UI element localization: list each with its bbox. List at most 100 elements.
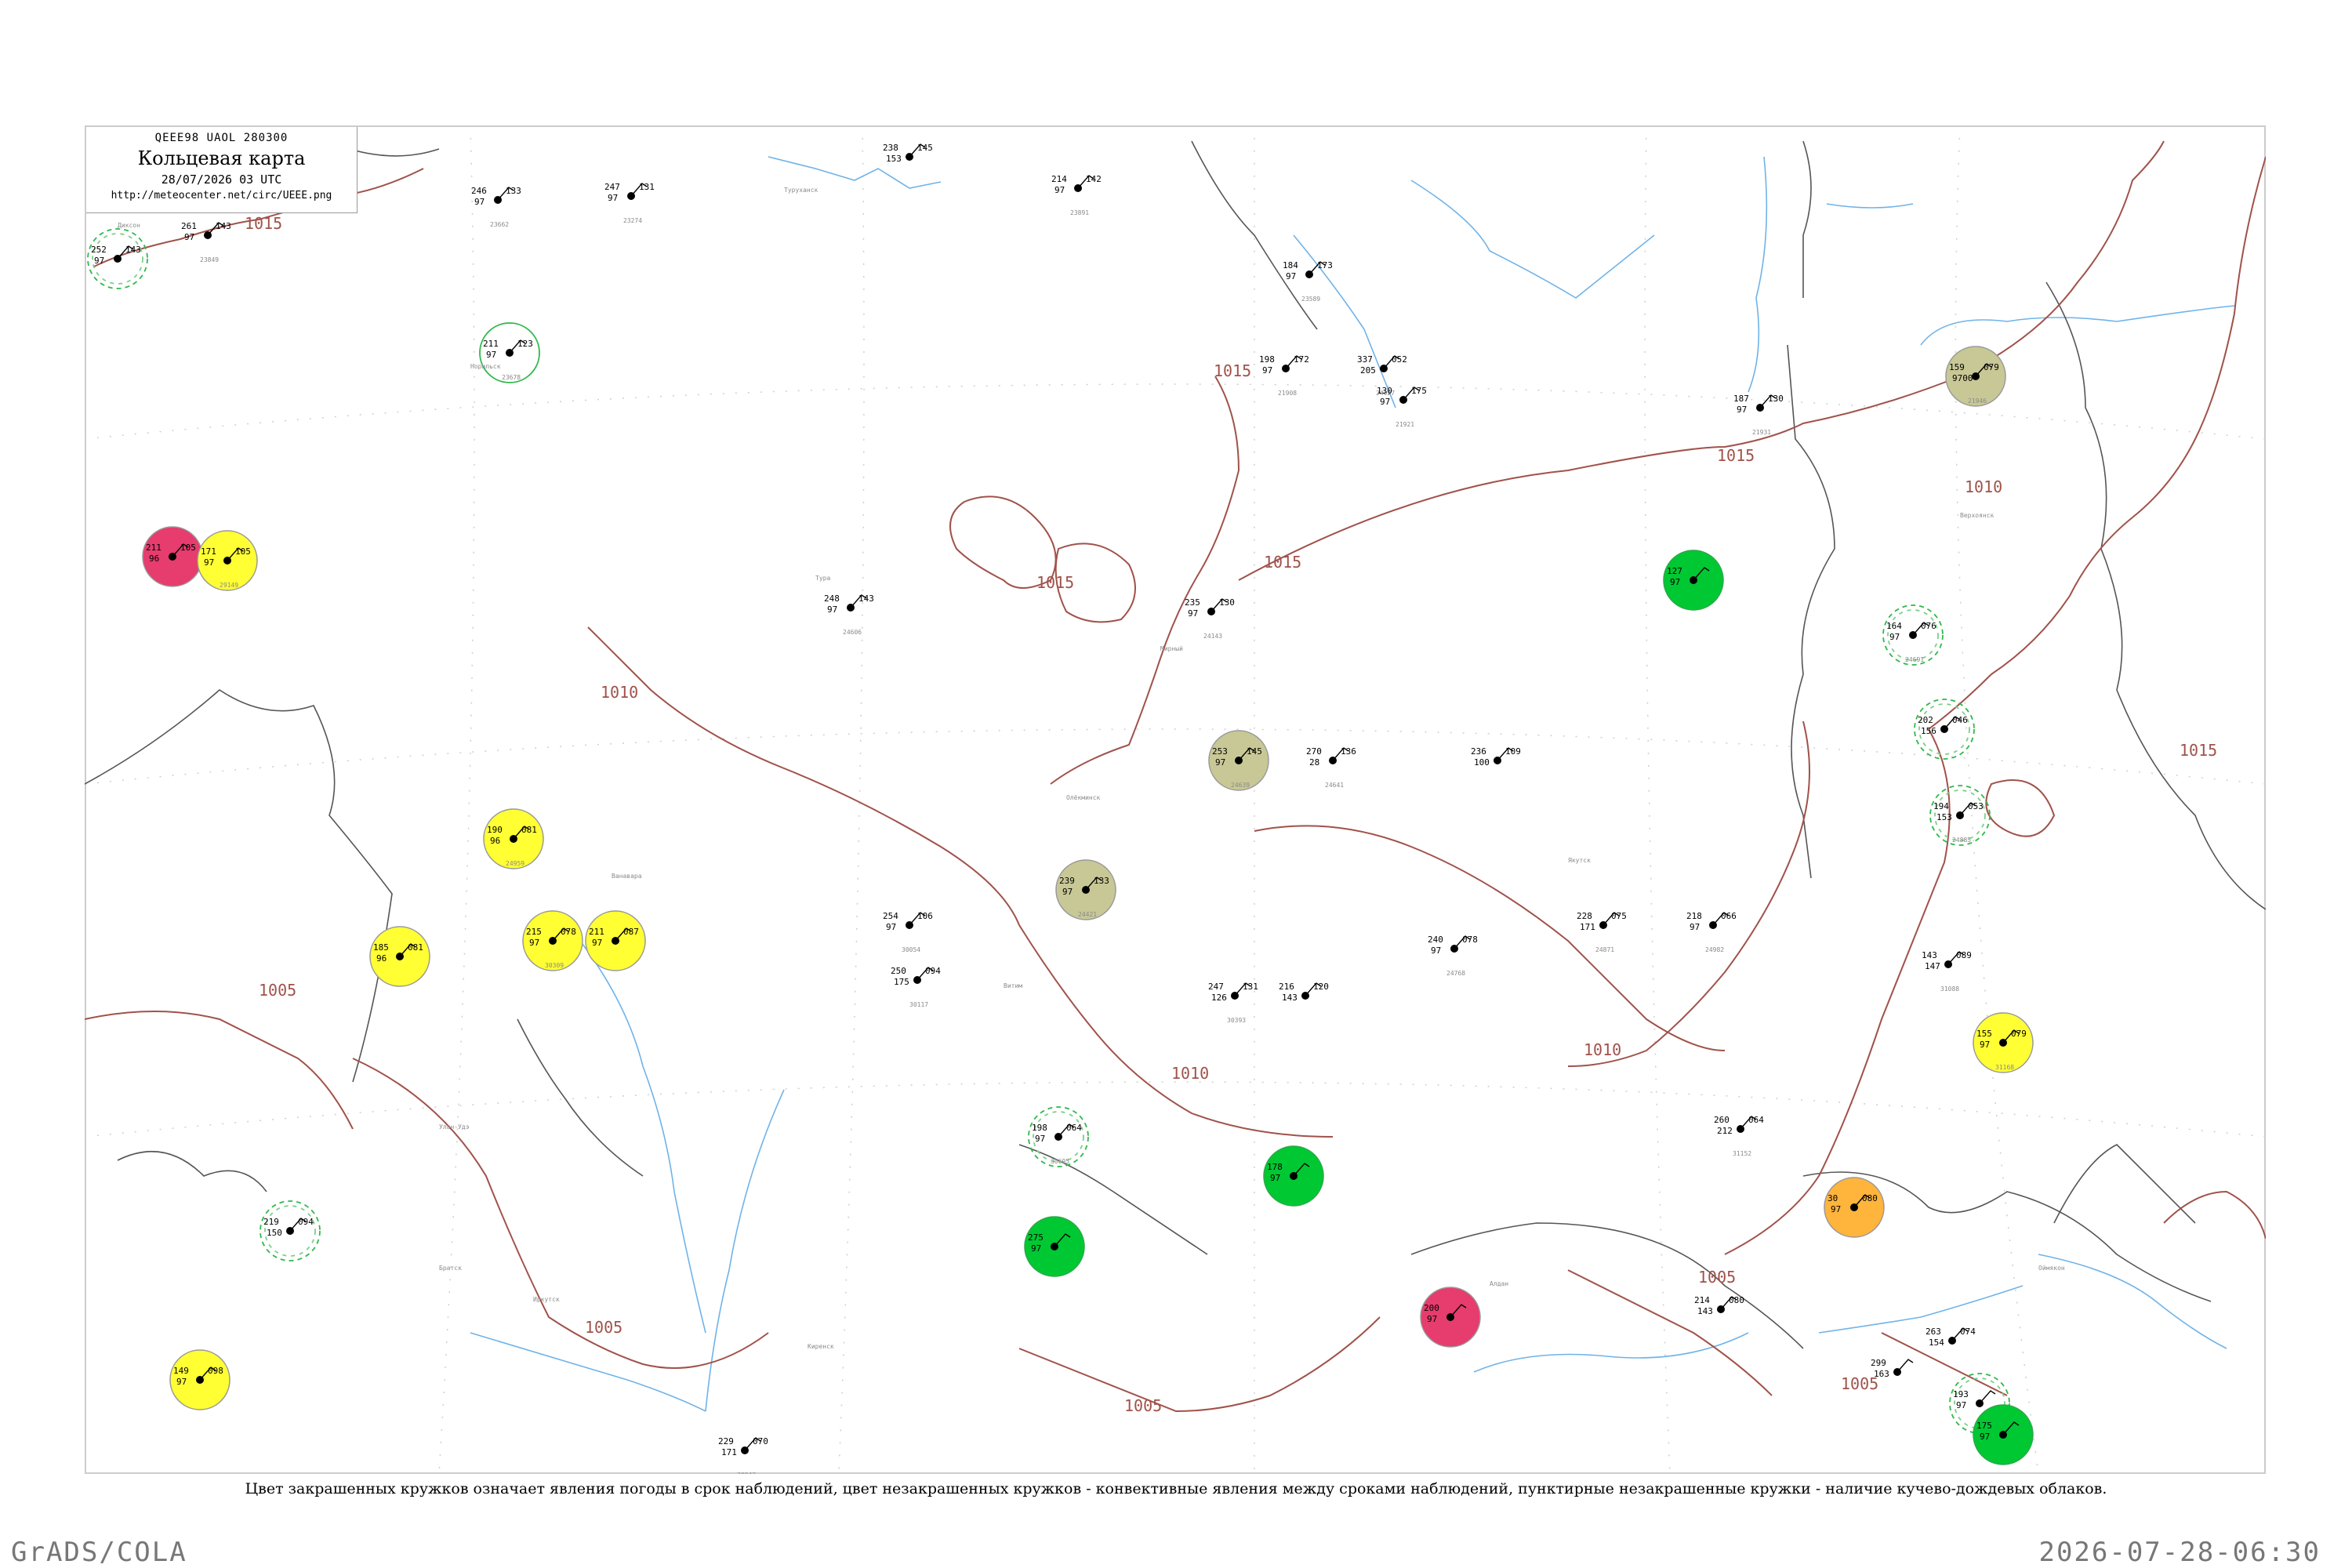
station-visibility: 97 bbox=[1690, 922, 1700, 932]
station-temperature: 238 bbox=[883, 143, 898, 153]
station-visibility: 97 bbox=[1031, 1243, 1041, 1254]
borders bbox=[85, 140, 2266, 1349]
station-plot: 248 143 97 24606 bbox=[824, 593, 874, 636]
source-url: http://meteocenter.net/circ/UEEE.png bbox=[111, 190, 332, 201]
isobar-label: 1015 bbox=[245, 214, 282, 233]
station-name: Ванавара bbox=[612, 873, 642, 880]
station-plot: 171 105 97 29149 bbox=[197, 530, 258, 591]
station-plot: 27597 bbox=[1024, 1216, 1085, 1277]
station-visibility: 143 bbox=[1697, 1306, 1713, 1316]
station-visibility: 97 bbox=[1889, 632, 1900, 642]
station-plot: 164 076 97 24691 bbox=[1882, 604, 1944, 666]
software-credit: GrADS/COLA bbox=[11, 1537, 187, 1568]
station-visibility: 97 bbox=[1956, 1400, 1966, 1410]
station-name: Алдан bbox=[1490, 1280, 1508, 1287]
station-plot: 236 109 100 bbox=[1471, 746, 1521, 768]
station-plot: 239 133 97 24421 bbox=[1055, 859, 1116, 920]
station-temperature: 211 bbox=[589, 927, 604, 937]
station-index: 24421 bbox=[1078, 911, 1097, 918]
station-index: 30043 bbox=[737, 1472, 756, 1479]
station-plot: 211 123 97 23678 bbox=[479, 322, 540, 383]
station-plot: 246 133 97 23662 bbox=[471, 186, 521, 228]
station-name: Улан-Удэ bbox=[439, 1123, 470, 1131]
station-pressure: 080 bbox=[1862, 1193, 1878, 1203]
station-pressure: 105 bbox=[180, 543, 196, 553]
isobar-labels: 1015 1015 1015 1015 1015 1010 1010 1010 … bbox=[245, 214, 2217, 1415]
station-visibility: 97 bbox=[1670, 577, 1680, 587]
station-temperature: 149 bbox=[173, 1366, 189, 1376]
station-plot: 235 130 97 24143 bbox=[1185, 597, 1235, 640]
station-name: Верхоянск bbox=[1960, 512, 1994, 519]
station-name: Якутск bbox=[1568, 857, 1591, 864]
station-visibility: 97 bbox=[1188, 608, 1198, 619]
station-visibility: 97 bbox=[1270, 1173, 1280, 1183]
station-pressure: 173 bbox=[1317, 260, 1333, 270]
isobar-label: 1015 bbox=[1717, 446, 1755, 465]
station-pressure: 123 bbox=[517, 339, 533, 349]
station-plot: 214 142 97 23891 bbox=[1051, 174, 1102, 216]
station-name: Тура bbox=[815, 575, 830, 582]
station-pressure: 078 bbox=[561, 927, 576, 937]
station-temperature: 253 bbox=[1212, 746, 1228, 757]
station-plot: 202 046 156 bbox=[1914, 699, 1975, 760]
station-plot: 228 075 171 24871 bbox=[1577, 911, 1627, 953]
wind-barb-icon bbox=[1979, 1390, 1996, 1404]
station-pressure: 052 bbox=[1392, 354, 1407, 365]
station-pressure: 070 bbox=[753, 1436, 768, 1446]
station-visibility: 97 bbox=[1035, 1134, 1045, 1144]
station-index: 21931 bbox=[1752, 429, 1771, 436]
station-temperature: 239 bbox=[1059, 876, 1075, 886]
station-plot: 247 131 126 30393 bbox=[1208, 982, 1258, 1024]
station-plot: 17897 bbox=[1263, 1145, 1324, 1207]
station-visibility: 97 bbox=[204, 557, 214, 568]
station-plot: 229 070 171 30043 bbox=[718, 1436, 768, 1479]
isobar-label: 1005 bbox=[1124, 1396, 1162, 1415]
station-pressure: 106 bbox=[917, 911, 933, 921]
station-visibility: 171 bbox=[721, 1447, 737, 1457]
station-visibility: 154 bbox=[1929, 1338, 1944, 1348]
isobar-label: 1010 bbox=[1171, 1064, 1209, 1083]
station-visibility: 97 bbox=[1215, 757, 1225, 768]
station-plot: 215 078 97 30309 bbox=[522, 910, 583, 971]
station-pressure: 136 bbox=[1341, 746, 1356, 757]
map-caption: Цвет закрашенных кружков означает явлени… bbox=[245, 1480, 2107, 1497]
station-index: 23891 bbox=[1070, 209, 1089, 216]
station-plot: 187 130 97 21931 bbox=[1733, 394, 1784, 436]
station-temperature: 250 bbox=[891, 966, 906, 976]
station-pressure: 172 bbox=[1294, 354, 1309, 365]
station-visibility: 100 bbox=[1474, 757, 1490, 768]
isobar-label: 1005 bbox=[1698, 1268, 1736, 1287]
station-visibility: 97 bbox=[486, 350, 496, 360]
station-visibility: 126 bbox=[1211, 993, 1227, 1003]
station-temperature: 178 bbox=[1267, 1162, 1283, 1172]
station-plot: 159 079 9700 21946 bbox=[1945, 346, 2006, 407]
station-plot: 194 053 153 24885 bbox=[1929, 785, 1991, 846]
station-index: 30393 bbox=[1227, 1017, 1246, 1024]
station-plot: 198 064 97 30695 bbox=[1028, 1106, 1089, 1167]
station-plot: 299163 bbox=[1871, 1358, 1914, 1379]
station-pressure: 087 bbox=[623, 927, 639, 937]
isobar-label: 1010 bbox=[1965, 477, 2002, 496]
station-temperature: 247 bbox=[604, 182, 620, 192]
station-temperature: 215 bbox=[526, 927, 542, 937]
station-pressure: 130 bbox=[1768, 394, 1784, 404]
isobar-label: 1015 bbox=[1036, 573, 1074, 592]
station-temperature: 159 bbox=[1949, 362, 1965, 372]
isobar-label: 1015 bbox=[1214, 361, 1251, 380]
station-temperature: 155 bbox=[1976, 1029, 1992, 1039]
station-plot: 155 079 97 31168 bbox=[1973, 1012, 2034, 1073]
station-visibility: 97 bbox=[827, 604, 837, 615]
station-pressure: 094 bbox=[925, 966, 941, 976]
station-index: 24606 bbox=[843, 629, 862, 636]
isobar-label: 1015 bbox=[2180, 741, 2217, 760]
station-temperature: 127 bbox=[1667, 566, 1682, 576]
hydrography bbox=[470, 156, 2235, 1412]
station-temperature: 214 bbox=[1051, 174, 1067, 184]
station-pressure: 145 bbox=[917, 143, 933, 153]
station-visibility: 97 bbox=[1286, 271, 1296, 281]
station-visibility: 97 bbox=[529, 938, 539, 948]
station-plot: 211 087 97 bbox=[585, 910, 646, 971]
station-temperature: 198 bbox=[1032, 1123, 1047, 1133]
station-visibility: 97 bbox=[94, 256, 104, 266]
station-plot: 250 094 175 30117 bbox=[891, 966, 941, 1008]
